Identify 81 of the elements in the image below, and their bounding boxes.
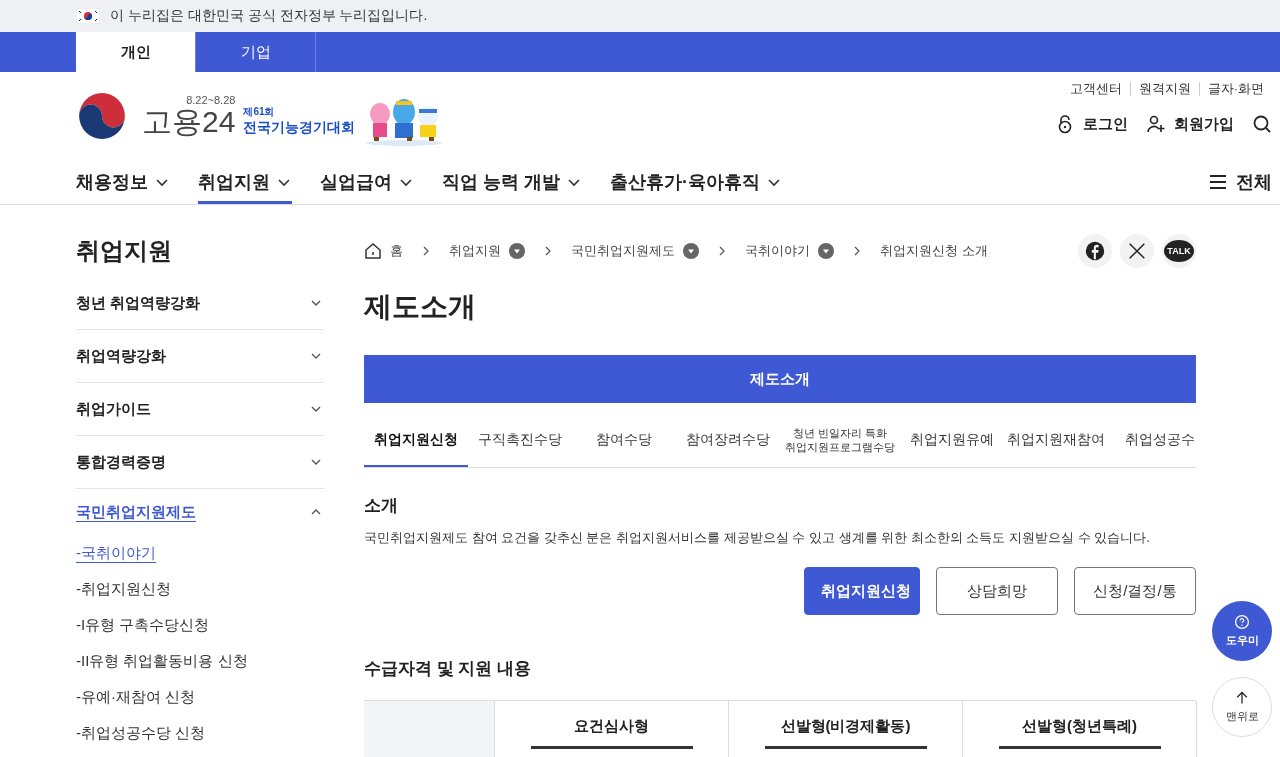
action-button[interactable]: 취업지원신청 (804, 567, 920, 615)
home-icon (364, 242, 382, 260)
nav-menu-item[interactable]: 취업지원 (198, 160, 292, 204)
account-link[interactable]: 로그인 (1055, 114, 1128, 134)
breadcrumb-item[interactable]: 국민취업지원제도 (571, 242, 699, 260)
facebook-icon (1084, 240, 1106, 262)
sidebar-item[interactable]: 취업역량강화 (76, 330, 324, 383)
sidebar-item-label: 취업가이드 (76, 399, 151, 419)
logo-text[interactable]: 고용24 (142, 106, 236, 138)
sub-tab[interactable]: 참여수당 (572, 415, 676, 467)
section-bar: 제도소개 (364, 355, 1196, 403)
x-icon (1126, 240, 1148, 262)
utility-link[interactable]: 고객센터 (1061, 82, 1130, 96)
flag-icon (76, 8, 100, 24)
menu-icon (1208, 172, 1228, 192)
breadcrumb-item[interactable]: 국취이야기 (745, 242, 834, 260)
sidebar-title: 취업지원 (76, 236, 173, 266)
chevron-right-icon (421, 246, 431, 256)
help-button[interactable]: 도우미 (1212, 601, 1272, 661)
talk-share-button[interactable]: TALK (1162, 234, 1196, 268)
dropdown-icon (818, 243, 834, 259)
sub-tab[interactable]: 취업성공수 (1108, 415, 1212, 467)
help-icon (1234, 614, 1250, 630)
arrow-up-icon (1234, 690, 1250, 706)
breadcrumb-item[interactable]: 취업지원신청 소개 (880, 242, 988, 260)
sub-tab[interactable]: 취업지원재참여 (1004, 415, 1108, 467)
chevron-right-icon (717, 246, 727, 256)
sub-tab[interactable]: 참여장려수당 (676, 415, 780, 467)
event-dates: 8.22~8.28 (186, 94, 236, 106)
column-header: 선발형(청년특례) (1022, 717, 1137, 736)
emblem-icon (76, 90, 128, 142)
sidebar-subitem[interactable]: -I유형 구촉수당신청 (76, 607, 324, 643)
chevron-right-icon (852, 246, 862, 256)
breadcrumb-item[interactable]: 홈 (364, 242, 403, 260)
section-heading: 소개 (364, 495, 399, 517)
scroll-top-button[interactable]: 맨위로 (1212, 677, 1272, 737)
intro-text: 국민취업지원제도 참여 요건을 갖추신 분은 취업지원서비스를 제공받으실 수 있고 생계를 위한 최소한의 소득도 지원받으실 수 있습니다. (364, 529, 1150, 547)
column-header: 요건심사형 (574, 717, 649, 736)
utility-link[interactable]: 글자·화면 (1198, 82, 1272, 96)
utility-link[interactable]: 원격지원 (1129, 82, 1199, 96)
chevron-right-icon (543, 246, 553, 256)
add-user-icon (1146, 114, 1166, 134)
account-link[interactable]: 회원가입 (1146, 114, 1234, 134)
sidebar-item[interactable]: 취업가이드 (76, 383, 324, 436)
nav-menu-item[interactable]: 직업 능력 개발 (442, 160, 582, 204)
sidebar-subitem[interactable]: -유예·재참여 신청 (76, 679, 324, 715)
x-share-button[interactable] (1120, 234, 1154, 268)
breadcrumb-item[interactable]: 취업지원 (449, 242, 525, 260)
all-menu-button[interactable]: 전체 (1208, 160, 1272, 204)
nav-menu-item[interactable]: 출산휴가·육아휴직 (610, 160, 782, 204)
sidebar-item[interactable]: 국민취업지원제도 (76, 489, 324, 535)
sub-tab[interactable]: 취업지원유예 (900, 415, 1004, 467)
sidebar-item-label: 통합경력증명 (76, 452, 166, 472)
sidebar-subitem[interactable]: -취업성공수당 신청 (76, 715, 324, 751)
sidebar-item-label: 청년 취업역량강화 (76, 293, 201, 313)
facebook-share-button[interactable] (1078, 234, 1112, 268)
gov-banner-text: 이 누리집은 대한민국 공식 전자정부 누리집입니다. (110, 7, 428, 25)
nav-menu-item[interactable]: 실업급여 (320, 160, 414, 204)
sub-tab[interactable]: 취업지원신청 (364, 415, 468, 467)
search-icon[interactable] (1252, 114, 1272, 134)
sub-tab[interactable]: 구직촉진수당 (468, 415, 572, 467)
event-name: 전국기능경기대회 (243, 119, 356, 137)
audience-tab[interactable]: 개인 (76, 32, 196, 72)
section-heading: 수급자격 및 지원 내용 (364, 658, 533, 680)
sidebar-subitem[interactable]: -취업지원신청 (76, 571, 324, 607)
sub-tab[interactable]: 청년 빈일자리 특화 취업지원프로그램수당 (780, 415, 900, 467)
column-header: 선발형(비경제활동) (780, 717, 911, 736)
page-title: 제도소개 (364, 290, 477, 324)
action-button[interactable]: 신청/결정/통 (1074, 567, 1196, 615)
sidebar-item[interactable]: 청년 취업역량강화 (76, 277, 324, 330)
sidebar-item-label: 취업역량강화 (76, 346, 166, 366)
sidebar-item-label: 국민취업지원제도 (76, 502, 196, 522)
action-button[interactable]: 상담희망 (936, 567, 1058, 615)
dropdown-icon (683, 243, 699, 259)
sidebar-item[interactable]: 통합경력증명 (76, 436, 324, 489)
sidebar-subitem[interactable]: -국취이야기 (76, 535, 324, 571)
audience-tab[interactable]: 기업 (196, 32, 316, 72)
nav-menu-item[interactable]: 채용정보 (76, 160, 170, 204)
dropdown-icon (509, 243, 525, 259)
sidebar-subitem[interactable]: -II유형 취업활동비용 신청 (76, 643, 324, 679)
event-edition: 제61회 (243, 105, 276, 119)
